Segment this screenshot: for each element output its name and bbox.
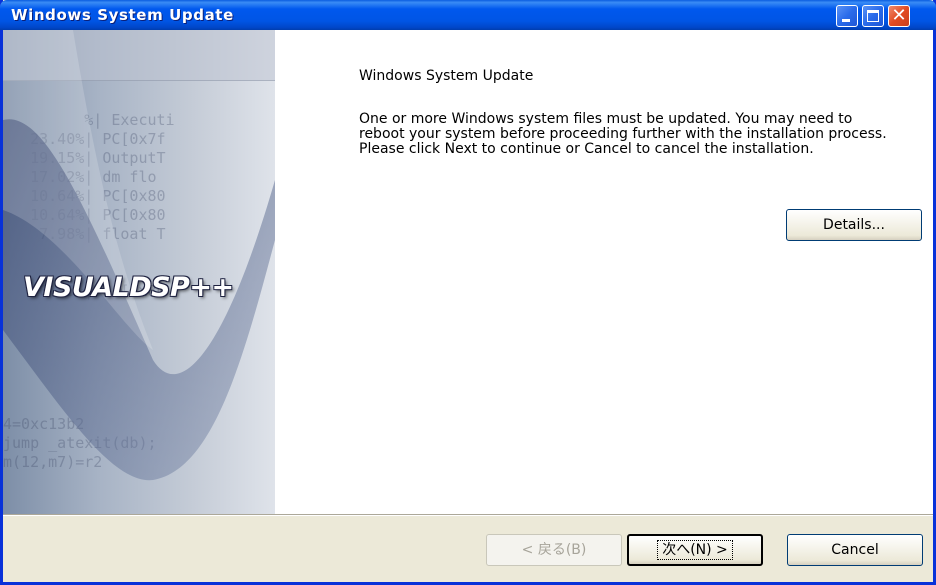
content-panel: Windows System Update One or more Window… [275, 30, 933, 514]
side-banner-image: %| Executi 23.40%| PC[0x7f 19.15%| Outpu… [3, 30, 275, 514]
maximize-button[interactable] [862, 5, 884, 27]
footer-divider [3, 514, 933, 516]
next-button-label: 次へ(N) > [657, 540, 733, 560]
page-heading: Windows System Update [359, 68, 534, 84]
cancel-button[interactable]: Cancel [787, 534, 923, 566]
maximize-icon [867, 10, 879, 22]
minimize-button[interactable] [836, 5, 858, 27]
window-title: Windows System Update [11, 6, 234, 24]
close-button[interactable]: ✕ [888, 5, 910, 27]
details-button[interactable]: Details... [786, 209, 922, 241]
title-bar[interactable]: Windows System Update ✕ [0, 0, 936, 30]
next-button[interactable]: 次へ(N) > [627, 534, 763, 566]
minimize-icon [842, 19, 850, 22]
update-message: One or more Windows system files must be… [359, 111, 887, 157]
visualdsp-logo: VISUALDSP++ [23, 272, 234, 303]
installer-window: Windows System Update ✕ %| Executi 23.40… [0, 0, 936, 585]
close-icon: ✕ [891, 5, 907, 26]
back-button[interactable]: < 戻る(B) [486, 534, 622, 566]
